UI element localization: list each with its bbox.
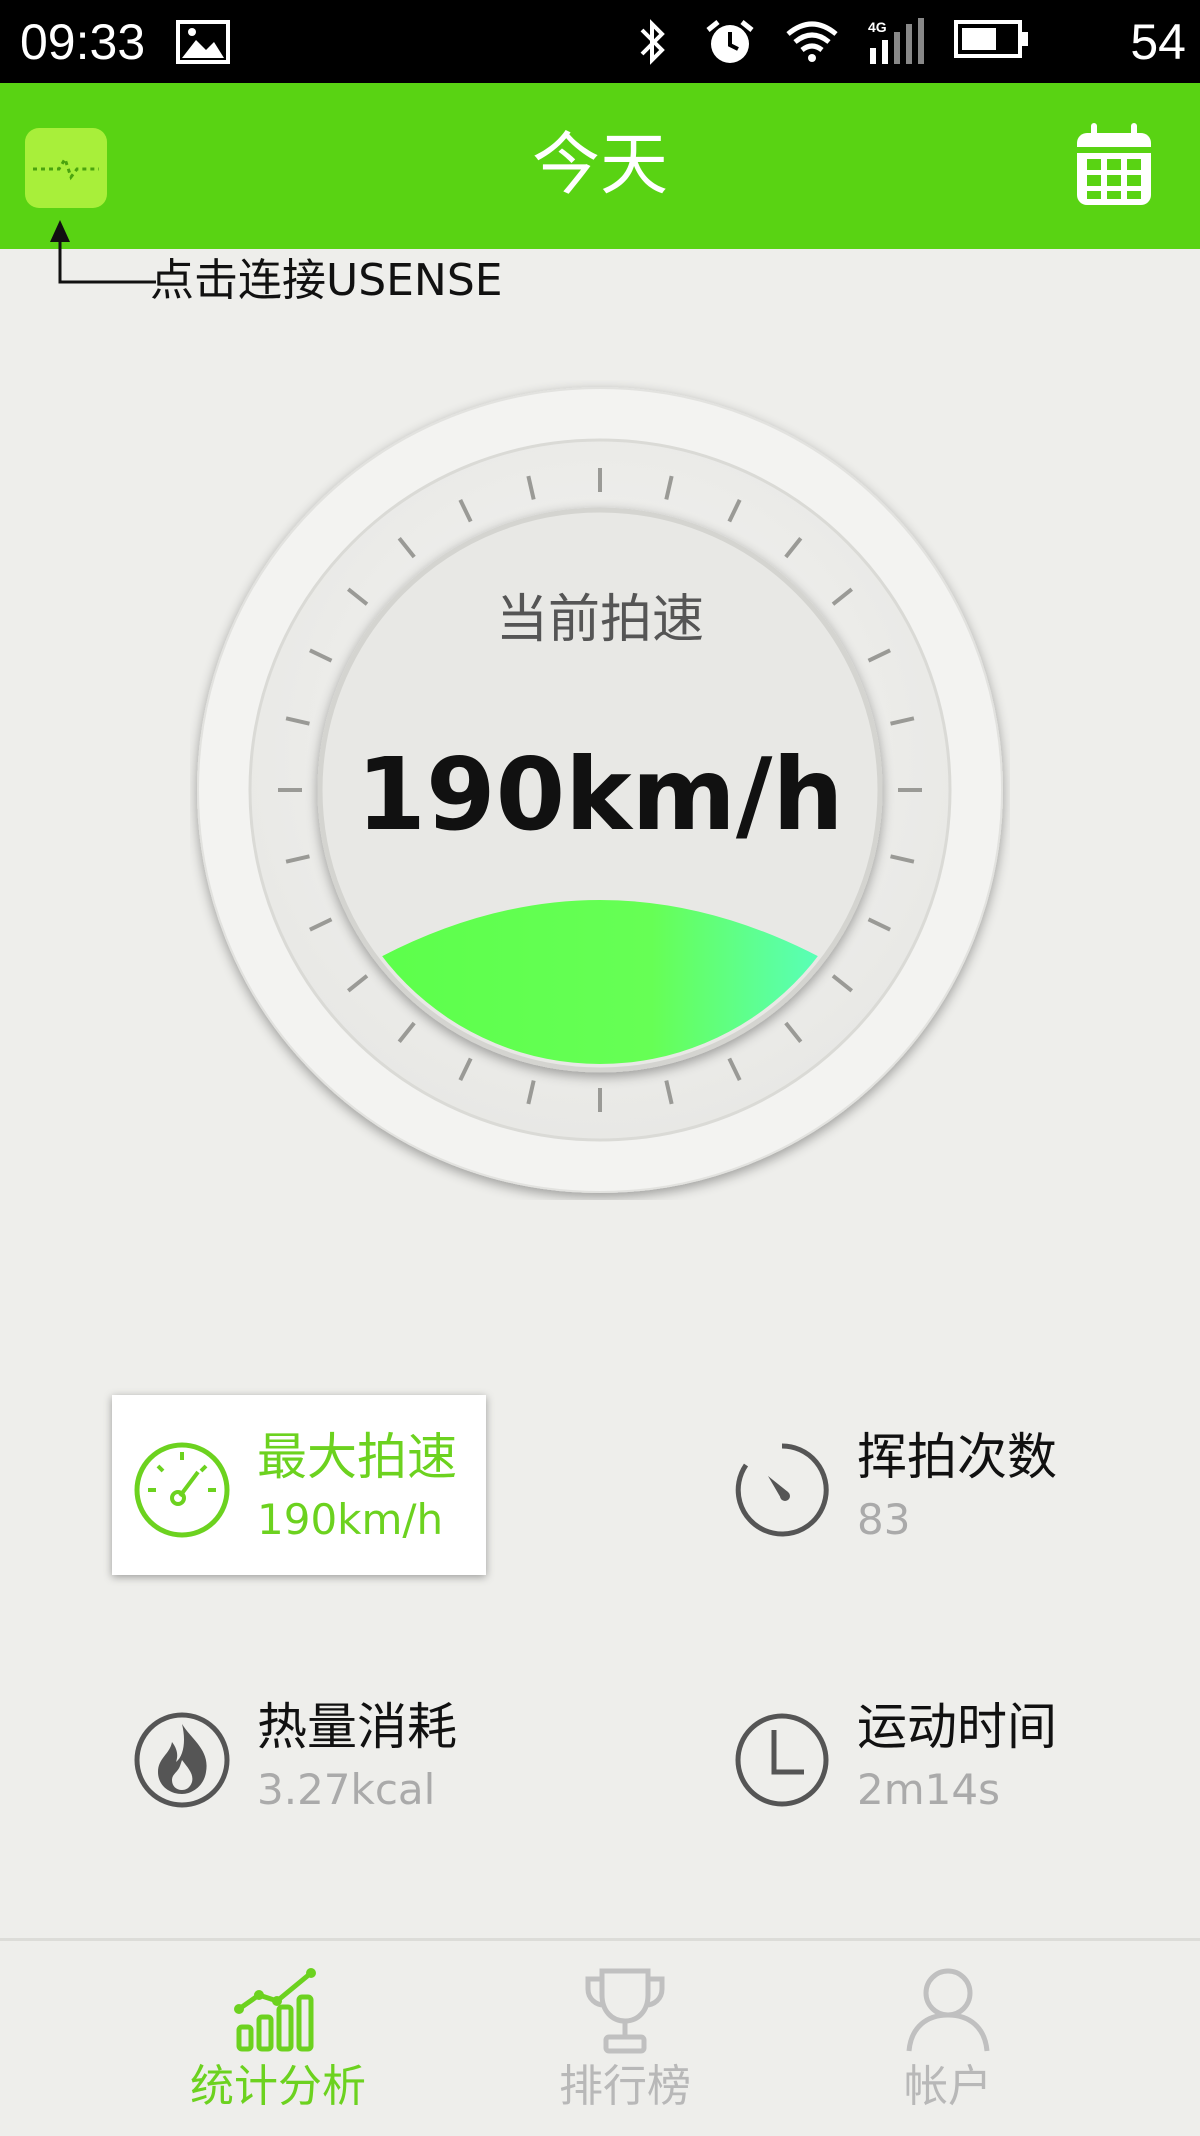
user-icon [906,1968,990,2052]
page-title: 今天 [531,126,668,205]
alarm-icon [706,20,754,63]
bluetooth-icon [640,19,665,65]
nav-label: 帐户 [904,2061,992,2112]
nav-label: 排行榜 [559,2061,691,2112]
nav-tab-statistics[interactable]: 统计分析 [148,1941,408,2136]
chart-icon [234,1968,316,2052]
stat-calories[interactable]: 热量消耗 3.27kcal [112,1665,492,1845]
connect-hint: 点击连接USENSE [150,255,503,306]
stat-label: 运动时间 [857,1698,1057,1756]
timer-icon [735,1443,829,1537]
stat-swing-count[interactable]: 挥拍次数 83 [712,1395,1092,1575]
stat-label: 最大拍速 [257,1428,457,1486]
gauge-title: 当前拍速 [495,590,704,650]
stat-value: 83 [857,1495,911,1544]
stat-label: 热量消耗 [257,1698,457,1756]
nav-tab-leaderboard[interactable]: 排行榜 [495,1941,755,2136]
stat-value: 3.27kcal [257,1765,436,1814]
stat-value: 2m14s [857,1765,1000,1814]
calendar-icon[interactable] [1075,123,1153,207]
wifi-icon [786,21,838,62]
stat-label: 挥拍次数 [857,1428,1057,1486]
status-bar: 09:33 4G 54 [0,0,1200,83]
nav-label: 统计分析 [190,2061,366,2112]
signal-4g-icon: 4G [868,18,924,64]
status-icons: 4G [634,10,1114,74]
image-icon [176,20,230,64]
trophy-icon [585,1968,665,2054]
hint-arrow-icon [50,220,156,284]
header: 今天 [0,83,1200,249]
battery-icon [954,20,1028,58]
speedometer-icon [134,1442,230,1538]
gauge-value: 190km/h [356,736,844,853]
stat-max-speed[interactable]: 最大拍速 190km/h [112,1395,486,1575]
battery-percent: 54 [1130,14,1186,70]
bottom-nav: 统计分析 排行榜 帐户 [0,1938,1200,2136]
nav-tab-account[interactable]: 帐户 [818,1941,1078,2136]
status-time: 09:33 [20,14,146,70]
stat-exercise-time[interactable]: 运动时间 2m14s [712,1665,1092,1845]
stat-value: 190km/h [257,1495,444,1544]
flame-icon [134,1712,230,1808]
clock-icon [735,1713,829,1807]
svg-text:4G: 4G [868,19,887,35]
